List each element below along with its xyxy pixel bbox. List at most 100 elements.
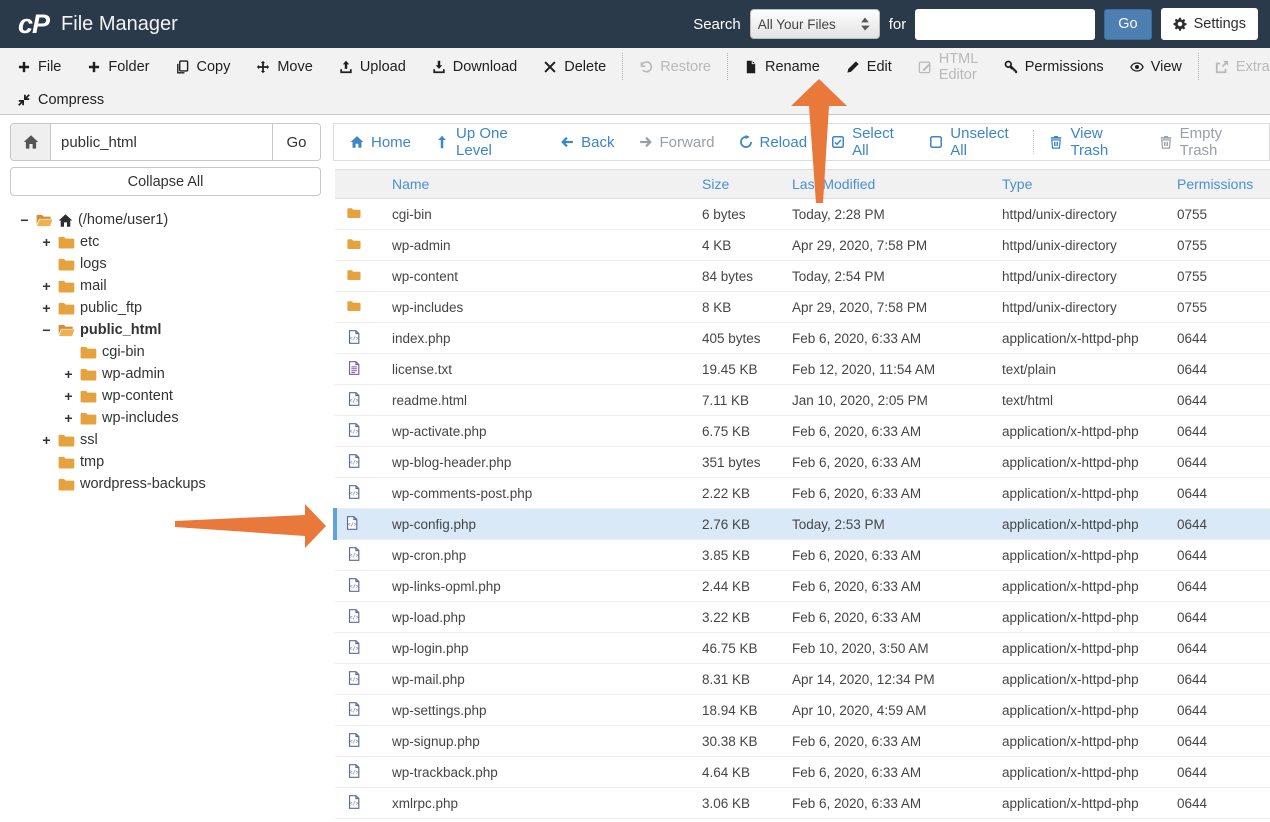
file-size: 351 bytes — [693, 447, 783, 478]
column-header-name[interactable]: Name — [383, 170, 693, 199]
file-row-wp-blog-header-php[interactable]: </>wp-blog-header.php351 bytesFeb 6, 202… — [335, 447, 1270, 478]
file-row-wp-admin[interactable]: wp-admin4 KBApr 29, 2020, 7:58 PMhttpd/u… — [335, 230, 1270, 261]
home-path-button[interactable] — [11, 124, 51, 160]
toolbar: File FolderCopyMove Upload DownloadDelete Re… — [0, 48, 1270, 115]
svg-text:</>: </> — [349, 553, 358, 559]
view-icon — [1130, 60, 1144, 74]
file-permissions: 0644 — [1168, 447, 1270, 478]
file-icon-cell: </> — [335, 602, 383, 633]
column-header-last-modified[interactable]: Last Modified — [783, 170, 993, 199]
expand-icon[interactable]: + — [62, 410, 75, 426]
tree-item-public-html[interactable]: −public_html — [10, 319, 321, 341]
tree-label: tmp — [80, 454, 104, 470]
file-row-xmlrpc-php[interactable]: </>xmlrpc.php3.06 KBFeb 6, 2020, 6:33 AM… — [335, 788, 1270, 819]
toolbar-row-1: File FolderCopyMove Upload DownloadDelete Re… — [4, 48, 1270, 85]
file-row-index-php[interactable]: </>index.php405 bytesFeb 6, 2020, 6:33 A… — [335, 323, 1270, 354]
php-file-icon: </> — [347, 640, 361, 654]
file-row-cgi-bin[interactable]: cgi-bin6 bytesToday, 2:28 PMhttpd/unix-d… — [335, 199, 1270, 230]
search-go-button[interactable]: Go — [1104, 9, 1151, 40]
toolbar-file[interactable]: File — [4, 48, 74, 85]
file-row-wp-signup-php[interactable]: </>wp-signup.php30.38 KBFeb 6, 2020, 6:3… — [335, 726, 1270, 757]
filenav-reload[interactable]: Reload — [727, 124, 820, 160]
tree-item-public-ftp[interactable]: +public_ftp — [10, 297, 321, 319]
column-header-permissions[interactable]: Permissions — [1168, 170, 1270, 199]
file-row-wp-mail-php[interactable]: </>wp-mail.php8.31 KBApr 14, 2020, 12:34… — [335, 664, 1270, 695]
toolbar-copy[interactable]: Copy — [162, 48, 243, 85]
toolbar-folder[interactable]: Folder — [74, 48, 162, 85]
file-row-wp-cron-php[interactable]: </>wp-cron.php3.85 KBFeb 6, 2020, 6:33 A… — [335, 540, 1270, 571]
tree-item-wordpress-backups[interactable]: wordpress-backups — [10, 473, 321, 495]
search-scope-select[interactable]: All Your Files — [750, 9, 880, 39]
copy-icon — [175, 60, 189, 74]
expand-icon[interactable]: + — [62, 388, 75, 404]
tree-item-home-user1[interactable]: −(/home/user1) — [10, 209, 321, 231]
path-input[interactable] — [51, 124, 272, 160]
collapse-icon[interactable]: − — [18, 212, 31, 228]
toolbar-compress[interactable]: Compress — [4, 85, 117, 114]
expand-icon[interactable]: + — [40, 432, 53, 448]
toolbar-permissions[interactable]: Permissions — [991, 48, 1117, 85]
toolbar-rename[interactable]: Rename — [731, 48, 833, 85]
filenav-back[interactable]: Back — [548, 124, 626, 160]
filenav-label: Reload — [760, 134, 808, 151]
file-row-wp-load-php[interactable]: </>wp-load.php3.22 KBFeb 6, 2020, 6:33 A… — [335, 602, 1270, 633]
tree-item-wp-admin[interactable]: +wp-admin — [10, 363, 321, 385]
tree-item-logs[interactable]: logs — [10, 253, 321, 275]
file-row-wp-content[interactable]: wp-content84 bytesToday, 2:54 PMhttpd/un… — [335, 261, 1270, 292]
column-header-size[interactable]: Size — [693, 170, 783, 199]
file-row-wp-login-php[interactable]: </>wp-login.php46.75 KBFeb 10, 2020, 3:5… — [335, 633, 1270, 664]
svg-text:</>: </> — [347, 522, 356, 528]
toolbar-download[interactable]: Download — [419, 48, 531, 85]
filenav-view-trash[interactable]: View Trash — [1037, 124, 1146, 160]
tree-item-cgi-bin[interactable]: cgi-bin — [10, 341, 321, 363]
tree-label: wp-content — [102, 388, 173, 404]
tree-label: wordpress-backups — [80, 476, 206, 492]
column-header-type[interactable]: Type — [993, 170, 1168, 199]
search-input[interactable] — [915, 9, 1095, 40]
tree-item-tmp[interactable]: tmp — [10, 451, 321, 473]
tree-item-ssl[interactable]: +ssl — [10, 429, 321, 451]
file-name: license.txt — [383, 354, 693, 385]
filenav-up-one-level[interactable]: Up One Level — [423, 124, 548, 160]
collapse-all-button[interactable]: Collapse All — [10, 167, 321, 196]
toolbar-label: File — [38, 59, 61, 75]
file-permissions: 0644 — [1168, 540, 1270, 571]
expand-icon[interactable]: + — [40, 234, 53, 250]
file-row-license-txt[interactable]: license.txt19.45 KBFeb 12, 2020, 11:54 A… — [335, 354, 1270, 385]
path-go-button[interactable]: Go — [272, 124, 320, 160]
file-row-wp-activate-php[interactable]: </>wp-activate.php6.75 KBFeb 6, 2020, 6:… — [335, 416, 1270, 447]
file-name: wp-admin — [383, 230, 693, 261]
filenav-select-all[interactable]: Select All — [819, 124, 917, 160]
expand-icon[interactable]: + — [40, 300, 53, 316]
toolbar-move[interactable]: Move — [243, 48, 325, 85]
tree-item-etc[interactable]: + etc — [10, 231, 321, 253]
tree-item-wp-content[interactable]: + wp-content — [10, 385, 321, 407]
toolbar-delete[interactable]: Delete — [530, 48, 619, 85]
file-row-wp-comments-post-php[interactable]: </>wp-comments-post.php2.22 KBFeb 6, 202… — [335, 478, 1270, 509]
file-row-wp-settings-php[interactable]: </>wp-settings.php18.94 KBApr 10, 2020, … — [335, 695, 1270, 726]
toolbar-label: Upload — [360, 59, 406, 75]
file-modified: Apr 29, 2020, 7:58 PM — [783, 292, 993, 323]
toolbar-row-2: Compress — [4, 85, 1270, 114]
filenav-home[interactable]: Home — [338, 124, 423, 160]
file-icon-cell: </> — [335, 695, 383, 726]
trash-icon — [1159, 135, 1173, 149]
toolbar-edit[interactable]: Edit — [833, 48, 905, 85]
file-row-wp-trackback-php[interactable]: </>wp-trackback.php4.64 KBFeb 6, 2020, 6… — [335, 757, 1270, 788]
expand-icon[interactable]: + — [40, 278, 53, 294]
file-row-readme-html[interactable]: </>readme.html7.11 KBJan 10, 2020, 2:05 … — [335, 385, 1270, 416]
file-permissions: 0644 — [1168, 633, 1270, 664]
file-row-wp-config-php[interactable]: </>wp-config.php2.76 KBToday, 2:53 PMapp… — [335, 509, 1270, 540]
tree-item-wp-includes[interactable]: +wp-includes — [10, 407, 321, 429]
file-row-wp-includes[interactable]: wp-includes8 KBApr 29, 2020, 7:58 PMhttp… — [335, 292, 1270, 323]
file-icon-cell — [335, 292, 383, 323]
expand-icon[interactable]: + — [62, 366, 75, 382]
filenav-unselect-all[interactable]: Unselect All — [917, 124, 1030, 160]
tree-label: etc — [80, 234, 99, 250]
tree-item-mail[interactable]: +mail — [10, 275, 321, 297]
collapse-icon[interactable]: − — [40, 322, 53, 338]
settings-button[interactable]: Settings — [1161, 8, 1258, 40]
toolbar-upload[interactable]: Upload — [326, 48, 419, 85]
file-row-wp-links-opml-php[interactable]: </>wp-links-opml.php2.44 KBFeb 6, 2020, … — [335, 571, 1270, 602]
toolbar-view[interactable]: View — [1117, 48, 1195, 85]
